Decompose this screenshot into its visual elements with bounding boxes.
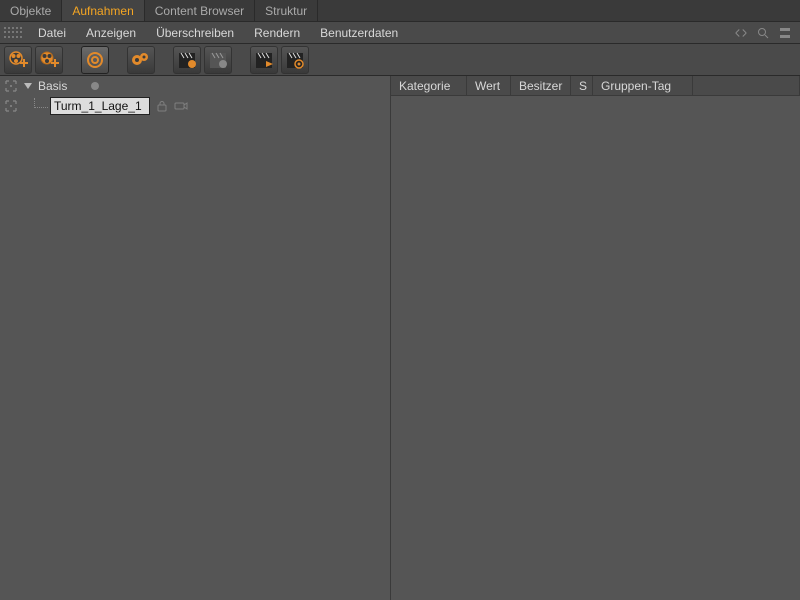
- tree-connector: [34, 98, 48, 108]
- properties-panel: Kategorie Wert Besitzer S Gruppen-Tag: [390, 76, 800, 600]
- camera-icon[interactable]: [174, 100, 188, 112]
- btn-clapper-3[interactable]: [250, 46, 278, 74]
- col-s[interactable]: S: [571, 76, 593, 95]
- tree-row-root[interactable]: Basis: [0, 76, 390, 96]
- btn-clapper-2[interactable]: [204, 46, 232, 74]
- app-window: Objekte Aufnahmen Content Browser Strukt…: [0, 0, 800, 600]
- arrows-icon[interactable]: [734, 26, 748, 40]
- tab-content-browser[interactable]: Content Browser: [145, 0, 255, 21]
- menu-ueberschreiben[interactable]: Überschreiben: [146, 23, 244, 43]
- column-headers: Kategorie Wert Besitzer S Gruppen-Tag: [391, 76, 800, 96]
- tree-panel: Basis: [0, 76, 390, 600]
- btn-link-takes[interactable]: [127, 46, 155, 74]
- menu-rendern[interactable]: Rendern: [244, 23, 310, 43]
- main-area: Basis: [0, 76, 800, 600]
- layout-icon[interactable]: [778, 26, 792, 40]
- target-icon[interactable]: [0, 79, 22, 93]
- tab-aufnahmen[interactable]: Aufnahmen: [62, 0, 144, 21]
- target-icon[interactable]: [0, 99, 22, 113]
- col-gruppentag[interactable]: Gruppen-Tag: [593, 76, 693, 95]
- menu-datei[interactable]: Datei: [28, 23, 76, 43]
- col-spacer: [693, 76, 800, 95]
- btn-clapper-4[interactable]: [281, 46, 309, 74]
- col-wert[interactable]: Wert: [467, 76, 511, 95]
- tree-row-child[interactable]: [0, 96, 390, 116]
- child-icons: [156, 100, 188, 112]
- btn-clapper-1[interactable]: [173, 46, 201, 74]
- toolbar: [0, 44, 800, 76]
- collapse-icon[interactable]: [22, 80, 34, 92]
- lock-icon[interactable]: [156, 100, 168, 112]
- col-besitzer[interactable]: Besitzer: [511, 76, 571, 95]
- status-dot[interactable]: [91, 82, 99, 90]
- btn-add-take-2[interactable]: [35, 46, 63, 74]
- drag-handle-icon[interactable]: [4, 26, 22, 40]
- menu-anzeigen[interactable]: Anzeigen: [76, 23, 146, 43]
- tab-objekte[interactable]: Objekte: [0, 0, 62, 21]
- btn-auto-take[interactable]: [81, 46, 109, 74]
- tree-child-rename-input[interactable]: [50, 97, 150, 115]
- search-icon[interactable]: [756, 26, 770, 40]
- menu-benutzerdaten[interactable]: Benutzerdaten: [310, 23, 408, 43]
- tab-bar: Objekte Aufnahmen Content Browser Strukt…: [0, 0, 800, 22]
- menu-bar: Datei Anzeigen Überschreiben Rendern Ben…: [0, 22, 800, 44]
- tab-struktur[interactable]: Struktur: [255, 0, 318, 21]
- col-kategorie[interactable]: Kategorie: [391, 76, 467, 95]
- btn-add-take-1[interactable]: [4, 46, 32, 74]
- tree-root-label[interactable]: Basis: [34, 77, 71, 95]
- menu-right-icons: [734, 26, 800, 40]
